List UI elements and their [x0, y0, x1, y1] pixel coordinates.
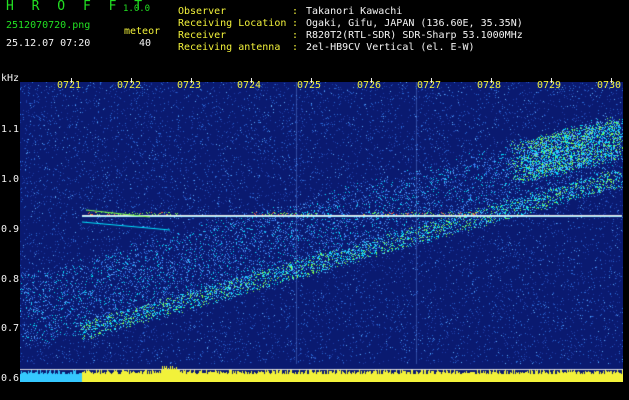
x-tick-label: 0724 [237, 80, 262, 91]
x-tick-label: 0729 [537, 80, 562, 91]
y-tick-label: 1.0 [1, 174, 20, 185]
x-tick-label: 0726 [357, 80, 382, 91]
hrofft-window: H R O F F T 1.0.0 2512070720.png 25.12.0… [0, 0, 629, 400]
x-axis-tick [431, 78, 432, 83]
y-tick-label: 1.1 [1, 124, 20, 135]
y-tick-label: 0.9 [1, 224, 20, 235]
spectrogram: kHz 1.1 1.0 0.9 0.8 0.7 0.6 0721 0722 07… [0, 0, 629, 400]
spectrogram-waterfall [20, 82, 623, 382]
x-axis-tick [491, 78, 492, 83]
x-tick-label: 0725 [297, 80, 322, 91]
x-axis-tick [371, 78, 372, 83]
y-axis-unit: kHz [1, 73, 20, 84]
x-axis-tick [71, 78, 72, 83]
x-axis-tick [131, 78, 132, 83]
x-tick-label: 0723 [177, 80, 202, 91]
x-tick-label: 0730 [597, 80, 622, 91]
x-tick-label: 0722 [117, 80, 142, 91]
y-tick-label: 0.6 [1, 373, 20, 384]
x-axis-tick [611, 78, 612, 83]
x-tick-label: 0728 [477, 80, 502, 91]
y-tick-label: 0.7 [1, 323, 20, 334]
x-axis-tick [251, 78, 252, 83]
x-axis-tick [311, 78, 312, 83]
x-tick-label: 0727 [417, 80, 442, 91]
y-tick-label: 0.8 [1, 274, 20, 285]
x-axis-tick [191, 78, 192, 83]
x-axis-tick [551, 78, 552, 83]
x-tick-label: 0721 [57, 80, 82, 91]
